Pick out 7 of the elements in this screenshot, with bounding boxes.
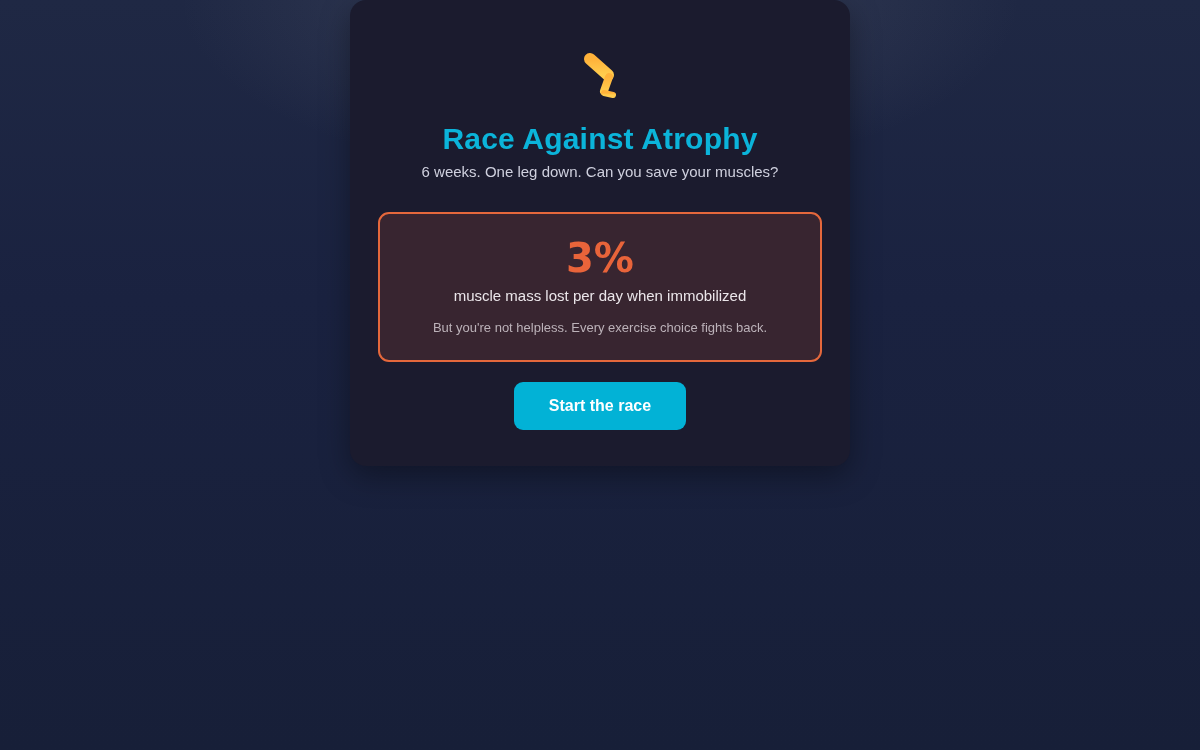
start-button[interactable]: Start the race	[514, 382, 686, 430]
stat-note: But you're not helpless. Every exercise choice fights back.	[432, 319, 768, 336]
game-subtitle: 6 weeks. One leg down. Can you save your muscles?	[421, 162, 779, 182]
leg-icon	[583, 52, 617, 99]
stat-value: 3%	[566, 234, 634, 282]
game-title: Race Against Atrophy	[442, 121, 758, 157]
stat-label: muscle mass lost per day when immobilized	[453, 286, 747, 306]
